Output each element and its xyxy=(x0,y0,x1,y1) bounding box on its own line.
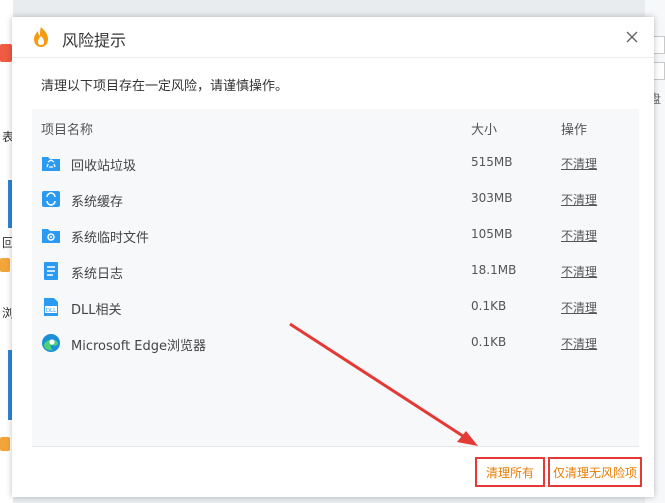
dialog-titlebar: 风险提示 xyxy=(12,17,654,58)
header-size: 大小 xyxy=(471,123,498,138)
svg-text:DLL: DLL xyxy=(46,308,57,314)
table-row: DLL DLL相关 0.1KB 不清理 xyxy=(32,289,639,325)
dont-clean-link[interactable]: 不清理 xyxy=(561,335,597,352)
dont-clean-link[interactable]: 不清理 xyxy=(561,263,597,280)
close-button[interactable] xyxy=(620,25,644,49)
row-size: 0.1KB xyxy=(471,299,507,313)
background-chip xyxy=(0,258,10,272)
risk-items-table: 项目名称 大小 操作 回收站垃圾 515MB 不清理 系统缓存 303MB 不清… xyxy=(32,109,639,446)
dont-clean-link[interactable]: 不清理 xyxy=(561,191,597,208)
row-name: 系统缓存 xyxy=(71,195,124,210)
risk-warning-dialog: 风险提示 清理以下项目存在一定风险，请谨慎操作。 项目名称 大小 操作 回收站垃… xyxy=(12,17,654,497)
row-name: 系统日志 xyxy=(71,267,124,282)
temp-files-icon xyxy=(42,229,60,243)
system-log-icon xyxy=(44,262,58,280)
background-chip xyxy=(0,437,10,451)
row-name: Microsoft Edge浏览器 xyxy=(71,339,207,354)
footer-divider xyxy=(32,446,639,447)
row-size: 18.1MB xyxy=(471,263,517,277)
dont-clean-link[interactable]: 不清理 xyxy=(561,155,597,172)
row-size: 105MB xyxy=(471,227,513,241)
row-name: DLL相关 xyxy=(71,303,122,318)
row-name: 系统临时文件 xyxy=(71,231,150,246)
clean-all-button[interactable]: 清理所有 xyxy=(475,457,545,487)
edge-icon xyxy=(42,334,60,352)
dll-icon: DLL xyxy=(44,298,58,316)
table-header: 项目名称 大小 操作 xyxy=(32,109,639,145)
table-row: Microsoft Edge浏览器 0.1KB 不清理 xyxy=(32,325,639,361)
system-cache-icon xyxy=(42,191,60,207)
flame-shield-icon xyxy=(34,27,48,47)
row-size: 0.1KB xyxy=(471,335,507,349)
background-badge xyxy=(0,44,12,62)
clean-safe-only-button[interactable]: 仅清理无风险项 xyxy=(548,457,642,487)
table-row: 系统缓存 303MB 不清理 xyxy=(32,181,639,217)
table-row: 系统日志 18.1MB 不清理 xyxy=(32,253,639,289)
row-size: 515MB xyxy=(471,155,513,169)
dont-clean-link[interactable]: 不清理 xyxy=(561,227,597,244)
recycle-bin-icon xyxy=(42,157,60,171)
row-size: 303MB xyxy=(471,191,513,205)
warning-message: 清理以下项目存在一定风险，请谨慎操作。 xyxy=(41,79,289,94)
close-icon xyxy=(626,31,638,43)
table-row: 回收站垃圾 515MB 不清理 xyxy=(32,145,639,181)
row-name: 回收站垃圾 xyxy=(71,159,137,174)
dont-clean-link[interactable]: 不清理 xyxy=(561,299,597,316)
dialog-title: 风险提示 xyxy=(62,31,127,50)
header-op: 操作 xyxy=(561,123,588,138)
header-name: 项目名称 xyxy=(41,123,94,138)
table-row: 系统临时文件 105MB 不清理 xyxy=(32,217,639,253)
